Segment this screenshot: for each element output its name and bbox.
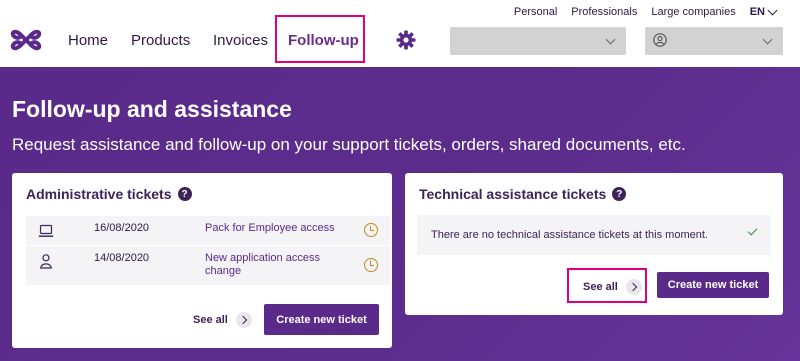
check-icon bbox=[747, 225, 758, 236]
tech-tickets-title: Technical assistance tickets bbox=[419, 186, 607, 202]
empty-message: There are no technical assistance ticket… bbox=[431, 229, 708, 241]
ticket-date: 16/08/2020 bbox=[94, 222, 150, 234]
user-icon bbox=[653, 33, 667, 47]
main-nav: Home Products Invoices Follow-up bbox=[0, 0, 800, 67]
admin-tickets-title: Administrative tickets bbox=[26, 186, 172, 202]
tech-empty-state: There are no technical assistance ticket… bbox=[417, 215, 771, 255]
person-icon bbox=[40, 254, 52, 269]
admin-create-ticket-button[interactable]: Create new ticket bbox=[264, 304, 379, 335]
brand-logo[interactable] bbox=[10, 24, 42, 56]
tech-tickets-heading: Technical assistance tickets ? bbox=[419, 186, 627, 202]
gear-icon[interactable] bbox=[396, 30, 416, 50]
admin-tickets-card: Administrative tickets ? 16/08/2020 Pack… bbox=[12, 173, 392, 348]
admin-ticket-list: 16/08/2020 Pack for Employee access 14/0… bbox=[26, 216, 390, 286]
table-row[interactable]: 16/08/2020 Pack for Employee access bbox=[26, 216, 390, 246]
table-row[interactable]: 14/08/2020 New application access change bbox=[26, 246, 390, 286]
see-all-highlight bbox=[567, 268, 647, 303]
nav-home[interactable]: Home bbox=[68, 32, 108, 49]
admin-see-all-link[interactable]: See all bbox=[193, 312, 252, 328]
page-title: Follow-up and assistance bbox=[12, 96, 292, 122]
clock-icon bbox=[364, 258, 378, 272]
ticket-date: 14/08/2020 bbox=[94, 252, 150, 264]
follow-up-highlight bbox=[275, 15, 365, 63]
help-icon[interactable]: ? bbox=[612, 187, 627, 201]
chevron-down-icon bbox=[605, 34, 616, 45]
nav-invoices[interactable]: Invoices bbox=[213, 32, 268, 49]
user-select[interactable] bbox=[645, 27, 783, 55]
help-icon[interactable]: ? bbox=[177, 187, 192, 201]
ticket-name[interactable]: Pack for Employee access bbox=[205, 222, 345, 235]
see-all-label: See all bbox=[193, 314, 228, 326]
tech-create-ticket-button[interactable]: Create new ticket bbox=[657, 272, 769, 298]
admin-tickets-heading: Administrative tickets ? bbox=[26, 186, 192, 202]
account-select[interactable] bbox=[450, 27, 626, 55]
page-subtitle: Request assistance and follow-up on your… bbox=[12, 135, 686, 154]
ticket-name[interactable]: New application access change bbox=[205, 252, 345, 278]
nav-products[interactable]: Products bbox=[131, 32, 190, 49]
laptop-icon bbox=[38, 224, 54, 237]
clock-icon bbox=[364, 223, 378, 237]
chevron-down-icon bbox=[762, 34, 773, 45]
chevron-right-icon bbox=[235, 312, 252, 328]
